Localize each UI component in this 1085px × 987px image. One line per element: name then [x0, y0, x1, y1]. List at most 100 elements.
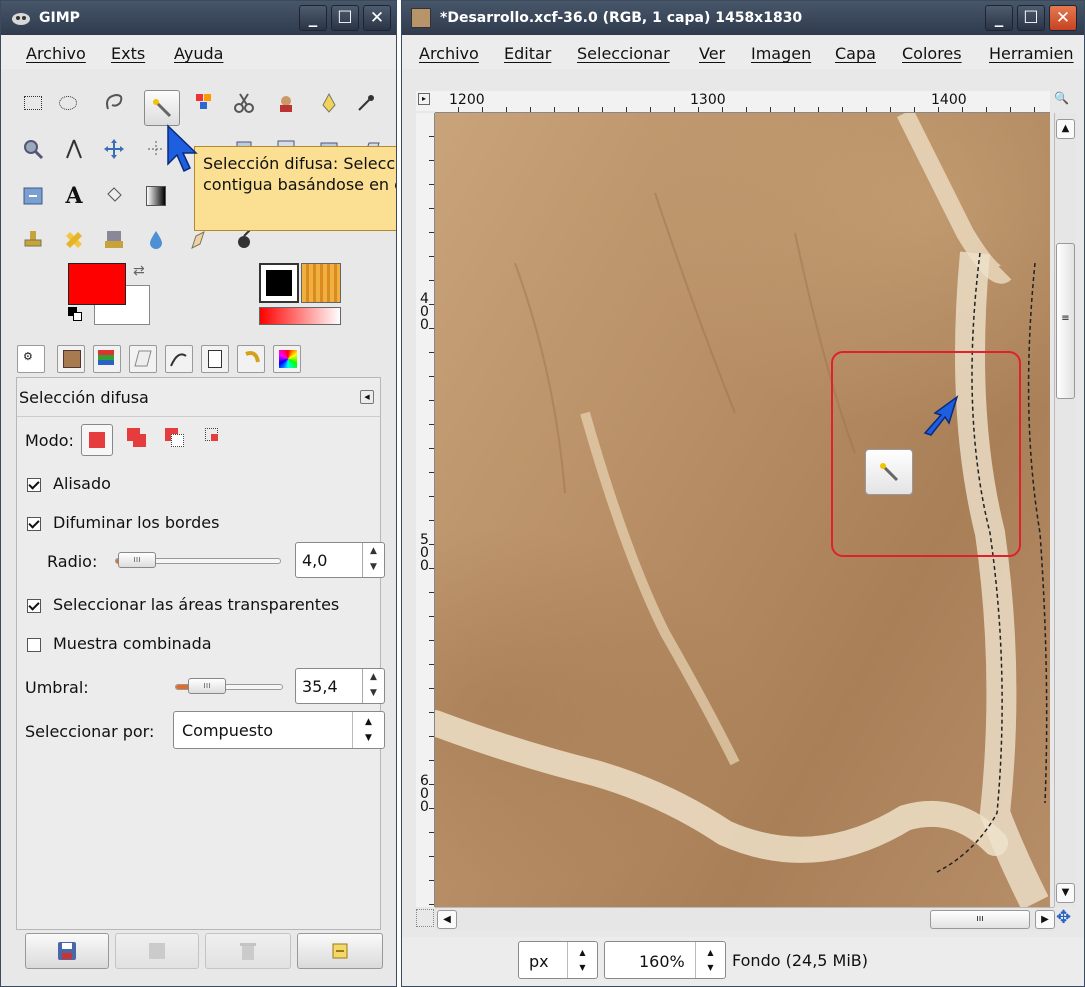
- vertical-scroll-thumb[interactable]: ≡: [1056, 243, 1075, 399]
- image-titlebar[interactable]: *Desarrollo.xcf-36.0 (RGB, 1 capa) 1458x…: [402, 1, 1084, 35]
- antialias-label: Alisado: [53, 474, 111, 493]
- restore-options-button[interactable]: [115, 933, 199, 969]
- unit-selector[interactable]: px ▲ ▼: [518, 941, 598, 979]
- tab-layers[interactable]: [93, 345, 121, 373]
- menu-seleccionar[interactable]: Seleccionar: [577, 44, 670, 63]
- mode-subtract-button[interactable]: [163, 426, 189, 452]
- close-button[interactable]: ✕: [1049, 5, 1077, 31]
- color-picker-tool[interactable]: [351, 88, 381, 118]
- perspective-clone-tool[interactable]: [99, 225, 129, 255]
- quick-mask-toggle-icon[interactable]: [416, 909, 434, 927]
- menu-archivo[interactable]: Archivo: [419, 44, 479, 63]
- tab-tool-options[interactable]: ⚙: [17, 345, 45, 373]
- quick-mask-icon: ▸: [418, 93, 430, 105]
- zoom-selector[interactable]: 160% ▲ ▼: [604, 941, 726, 979]
- ruler-corner[interactable]: ▸: [416, 91, 435, 111]
- swap-colors-icon[interactable]: ⇄: [133, 263, 145, 279]
- zoom-navigate-icon[interactable]: 🔍: [1054, 91, 1074, 111]
- threshold-slider-knob[interactable]: ııı: [188, 678, 226, 694]
- menu-herramientas[interactable]: Herramien: [989, 44, 1074, 63]
- paths-tool[interactable]: [314, 88, 344, 118]
- panel-menu-icon[interactable]: ◀: [360, 390, 374, 404]
- free-select-tool[interactable]: [99, 88, 129, 118]
- select-by-color-tool[interactable]: [191, 88, 221, 118]
- flip-tool[interactable]: [18, 181, 48, 211]
- tab-paths[interactable]: [165, 345, 193, 373]
- menu-archivo[interactable]: Archivo: [26, 44, 86, 63]
- tab-channels[interactable]: [129, 345, 157, 373]
- foreground-select-icon: [280, 96, 292, 112]
- scissors-tool[interactable]: [229, 88, 259, 118]
- menu-exts[interactable]: Exts: [111, 44, 145, 63]
- options-divider: [17, 416, 380, 417]
- zoom-tool[interactable]: [18, 134, 48, 164]
- blur-tool[interactable]: [141, 225, 171, 255]
- transparent-checkbox[interactable]: [27, 599, 41, 613]
- reset-options-button[interactable]: [297, 933, 383, 969]
- mode-add-button[interactable]: [125, 426, 151, 452]
- menu-ayuda[interactable]: Ayuda: [174, 44, 223, 63]
- ruler-v-label-600: 600: [420, 774, 430, 814]
- tab-undo-history[interactable]: [237, 345, 265, 373]
- mode-replace-button[interactable]: [81, 424, 113, 456]
- close-button[interactable]: ✕: [363, 5, 391, 31]
- menu-editar[interactable]: Editar: [504, 44, 551, 63]
- vertical-scrollbar[interactable]: ▲ ≡ ▼: [1054, 113, 1076, 907]
- save-options-button[interactable]: [25, 933, 109, 969]
- foreground-select-tool[interactable]: [271, 88, 301, 118]
- horizontal-ruler[interactable]: 1200 1300 1400: [435, 91, 1050, 113]
- navigate-icon[interactable]: ✥: [1056, 907, 1071, 928]
- maximize-button[interactable]: ☐: [1017, 5, 1045, 31]
- fuzzy-select-tool[interactable]: [144, 90, 180, 126]
- radius-slider-knob[interactable]: ııı: [118, 552, 156, 568]
- horizontal-scroll-thumb[interactable]: ııı: [930, 910, 1030, 929]
- restore-icon: [149, 943, 165, 959]
- menu-colores[interactable]: Colores: [902, 44, 962, 63]
- pattern-preview[interactable]: [301, 263, 341, 303]
- image-canvas[interactable]: [435, 113, 1050, 907]
- spin-arrows-icon[interactable]: ▲ ▼: [362, 669, 384, 703]
- radius-spinner[interactable]: 4,0 ▲ ▼: [295, 542, 385, 578]
- feather-checkbox[interactable]: [27, 517, 41, 531]
- threshold-spinner[interactable]: 35,4 ▲ ▼: [295, 668, 385, 704]
- scroll-left-icon[interactable]: ◀: [437, 910, 457, 929]
- minimize-button[interactable]: _: [299, 5, 327, 31]
- scroll-down-icon[interactable]: ▼: [1056, 883, 1075, 903]
- color-select-icon: [196, 94, 211, 109]
- heal-tool[interactable]: [59, 225, 89, 255]
- mode-intersect-button[interactable]: [203, 426, 229, 452]
- menu-capa[interactable]: Capa: [835, 44, 876, 63]
- clone-tool[interactable]: [18, 225, 48, 255]
- ellipse-select-tool[interactable]: [53, 88, 83, 118]
- bucket-fill-tool[interactable]: [99, 181, 129, 211]
- gradient-preview[interactable]: [259, 307, 341, 325]
- toolbox-titlebar[interactable]: GIMP _ ☐ ✕: [1, 1, 396, 35]
- rect-select-tool[interactable]: [18, 88, 48, 118]
- text-tool[interactable]: A: [59, 181, 89, 211]
- measure-tool[interactable]: [59, 134, 89, 164]
- scroll-right-icon[interactable]: ▶: [1035, 910, 1055, 929]
- tab-device-status[interactable]: [57, 345, 85, 373]
- spin-arrows-icon[interactable]: ▲ ▼: [362, 543, 384, 577]
- horizontal-scrollbar[interactable]: ◀ ııı ▶: [435, 907, 1055, 931]
- default-colors-icon[interactable]: [68, 307, 82, 321]
- antialias-checkbox[interactable]: [27, 478, 41, 492]
- brush-preview[interactable]: [259, 263, 299, 303]
- tab-colormap[interactable]: [201, 345, 229, 373]
- minimize-button[interactable]: _: [985, 5, 1013, 31]
- foreground-color-swatch[interactable]: [68, 263, 126, 305]
- menu-imagen[interactable]: Imagen: [751, 44, 811, 63]
- tab-palettes[interactable]: [273, 345, 301, 373]
- menu-ver[interactable]: Ver: [699, 44, 725, 63]
- eyedropper-icon: [358, 95, 374, 111]
- scroll-up-icon[interactable]: ▲: [1056, 119, 1075, 139]
- sample-merged-checkbox[interactable]: [27, 638, 41, 652]
- move-tool[interactable]: [99, 134, 129, 164]
- select-by-dropdown[interactable]: Compuesto ▲ ▼: [173, 711, 385, 749]
- vertical-ruler[interactable]: 400 500 600: [416, 113, 435, 907]
- maximize-button[interactable]: ☐: [331, 5, 359, 31]
- delete-options-button[interactable]: [205, 933, 291, 969]
- threshold-slider[interactable]: ııı: [175, 678, 283, 694]
- radius-slider[interactable]: ııı: [115, 552, 281, 568]
- blend-tool[interactable]: [141, 181, 171, 211]
